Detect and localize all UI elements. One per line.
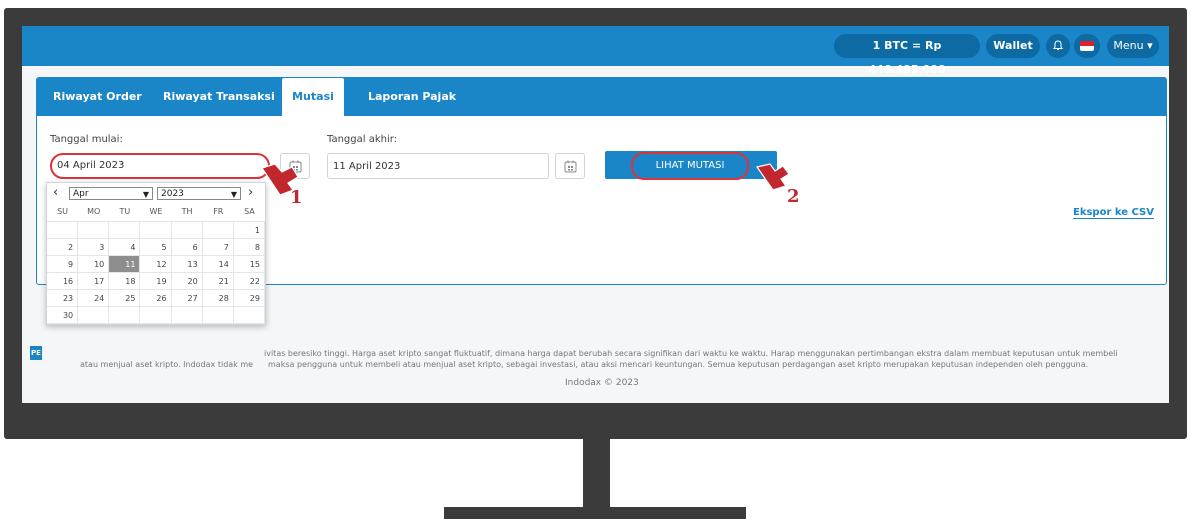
annotation-step-2: 2: [787, 186, 800, 207]
arrow-pointer-2: [756, 163, 790, 191]
annotation-layer: [261, 163, 790, 196]
annotation-step-1: 1: [290, 187, 303, 208]
